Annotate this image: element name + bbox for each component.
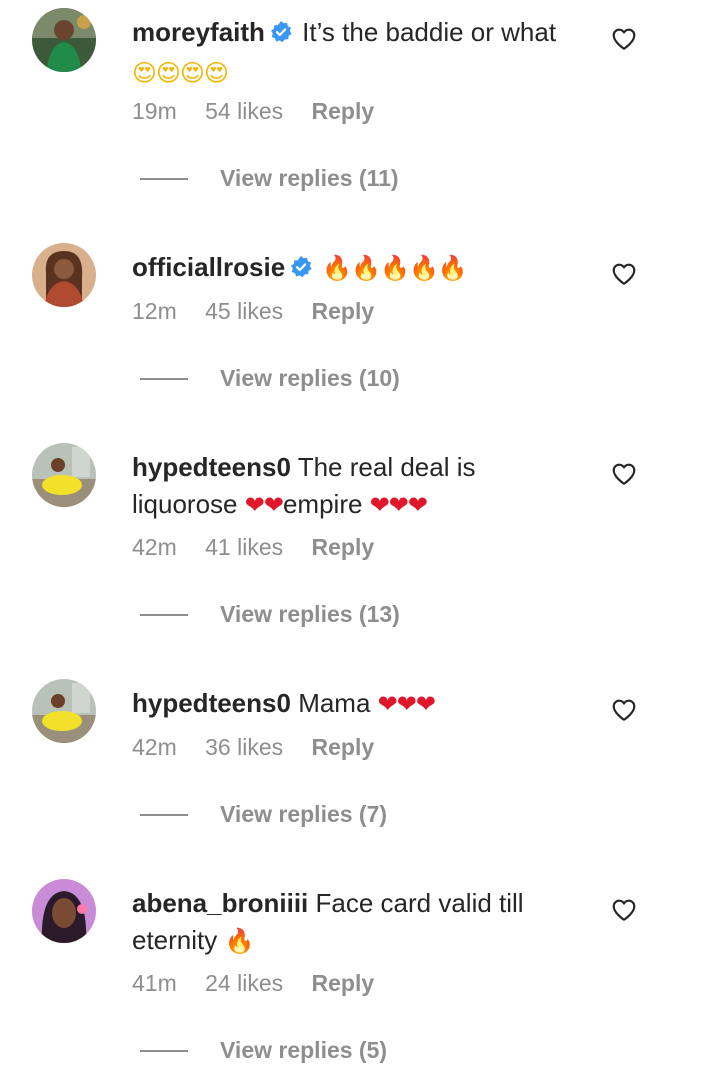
reply-button[interactable]: Reply xyxy=(312,970,375,996)
view-replies-label: View replies (5) xyxy=(220,1037,388,1063)
avatar[interactable] xyxy=(32,8,96,72)
divider-line xyxy=(140,1049,188,1052)
comment-meta: 12m 45 likes Reply xyxy=(132,296,396,326)
verified-badge-icon xyxy=(269,17,293,54)
comment-time: 42m xyxy=(132,534,177,560)
view-replies-button[interactable]: View replies (5) xyxy=(140,1037,387,1067)
comment-text: Mama xyxy=(298,688,371,718)
comment-time: 12m xyxy=(132,298,177,324)
likes-count[interactable]: 45 likes xyxy=(205,298,283,324)
comment-text: empire xyxy=(282,489,363,519)
heart-outline-icon[interactable] xyxy=(611,26,637,52)
comment-text: It’s the baddie or what xyxy=(302,17,557,47)
comment-body: hypedteens0 The real deal is liquorose ❤… xyxy=(132,449,572,524)
reply-button[interactable]: Reply xyxy=(312,534,375,560)
verified-badge-icon xyxy=(289,252,313,289)
emoji-fire: 🔥 xyxy=(224,927,255,955)
username[interactable]: moreyfaith xyxy=(132,17,265,47)
heart-outline-icon[interactable] xyxy=(611,897,637,923)
avatar[interactable] xyxy=(32,679,96,743)
username[interactable]: hypedteens0 xyxy=(132,452,291,482)
reply-button[interactable]: Reply xyxy=(312,734,375,760)
comment-meta: 41m 24 likes Reply xyxy=(132,968,396,998)
heart-outline-icon[interactable] xyxy=(611,461,637,487)
comment-time: 19m xyxy=(132,98,177,124)
likes-count[interactable]: 54 likes xyxy=(205,98,283,124)
view-replies-button[interactable]: View replies (7) xyxy=(140,801,387,831)
username[interactable]: hypedteens0 xyxy=(132,688,291,718)
username[interactable]: officiallrosie xyxy=(132,252,285,282)
emoji-red-heart: ❤❤❤ xyxy=(369,491,428,519)
avatar[interactable] xyxy=(32,243,96,307)
avatar[interactable] xyxy=(32,443,96,507)
avatar[interactable] xyxy=(32,879,96,943)
view-replies-label: View replies (7) xyxy=(220,801,388,827)
likes-count[interactable]: 36 likes xyxy=(205,734,283,760)
likes-count[interactable]: 24 likes xyxy=(205,970,283,996)
view-replies-label: View replies (10) xyxy=(220,365,400,391)
comment-meta: 19m 54 likes Reply xyxy=(132,96,396,126)
reply-button[interactable]: Reply xyxy=(312,298,375,324)
divider-line xyxy=(140,613,188,616)
view-replies-button[interactable]: View replies (10) xyxy=(140,365,400,395)
view-replies-label: View replies (11) xyxy=(220,165,399,191)
reply-button[interactable]: Reply xyxy=(312,98,375,124)
comment-body: officiallrosie 🔥🔥🔥🔥🔥 xyxy=(132,249,572,289)
divider-line xyxy=(140,813,188,816)
divider-line xyxy=(140,377,188,380)
emoji-fire: 🔥🔥🔥🔥🔥 xyxy=(322,254,467,282)
likes-count[interactable]: 41 likes xyxy=(205,534,283,560)
comment-time: 42m xyxy=(132,734,177,760)
comment-body: abena_broniiii Face card valid till eter… xyxy=(132,885,572,960)
view-replies-button[interactable]: View replies (13) xyxy=(140,601,400,631)
emoji-red-heart: ❤❤❤ xyxy=(377,690,436,718)
comment-body: hypedteens0 Mama ❤❤❤ xyxy=(132,685,572,723)
comment-meta: 42m 41 likes Reply xyxy=(132,532,396,562)
username[interactable]: abena_broniiii xyxy=(132,888,308,918)
heart-outline-icon[interactable] xyxy=(611,261,637,287)
heart-outline-icon[interactable] xyxy=(611,697,637,723)
view-replies-button[interactable]: View replies (11) xyxy=(140,165,399,195)
comment-time: 41m xyxy=(132,970,177,996)
emoji-heart-eyes: 😍😍😍😍 xyxy=(132,59,229,87)
comment-meta: 42m 36 likes Reply xyxy=(132,732,396,762)
comment-body: moreyfaith It’s the baddie or what 😍😍😍😍 xyxy=(132,14,572,92)
divider-line xyxy=(140,177,188,180)
view-replies-label: View replies (13) xyxy=(220,601,400,627)
emoji-red-heart: ❤❤ xyxy=(244,491,284,519)
